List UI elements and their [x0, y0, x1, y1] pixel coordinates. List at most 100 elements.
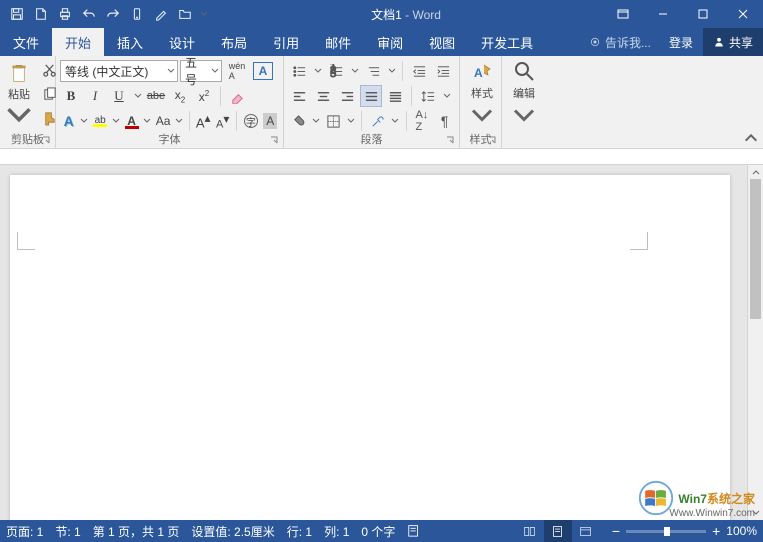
align-left-icon[interactable]	[288, 85, 310, 107]
underline-icon[interactable]: U	[108, 85, 130, 107]
editing-button[interactable]: 编辑	[506, 58, 542, 128]
status-position[interactable]: 设置值: 2.5厘米	[191, 523, 274, 540]
clipboard-launcher-icon[interactable]	[41, 134, 53, 146]
zoom-slider[interactable]	[626, 530, 706, 533]
status-section[interactable]: 节: 1	[55, 523, 80, 540]
asian-layout-dropdown-icon[interactable]	[390, 110, 400, 132]
highlight-icon[interactable]: ab	[91, 110, 108, 132]
undo-icon[interactable]	[78, 3, 100, 25]
bullets-dropdown-icon[interactable]	[312, 60, 323, 82]
strikethrough-icon[interactable]: abe	[145, 85, 167, 107]
save-icon[interactable]	[6, 3, 28, 25]
align-distribute-icon[interactable]	[384, 85, 406, 107]
numbering-icon[interactable]: 123	[325, 60, 347, 82]
zoom-out-icon[interactable]: −	[612, 523, 620, 539]
multilevel-dropdown-icon[interactable]	[386, 60, 397, 82]
minimize-icon[interactable]	[643, 0, 683, 28]
tab-references[interactable]: 引用	[260, 28, 312, 56]
decrease-indent-icon[interactable]	[408, 60, 430, 82]
qat-customize-icon[interactable]	[198, 3, 209, 25]
page[interactable]	[10, 175, 730, 520]
status-word-count[interactable]: 0 个字	[361, 523, 395, 540]
status-spell-icon[interactable]	[407, 523, 421, 540]
login-button[interactable]: 登录	[659, 28, 703, 56]
touch-mode-icon[interactable]	[126, 3, 148, 25]
scroll-up-icon[interactable]	[748, 165, 763, 179]
paste-button[interactable]: 粘贴	[4, 62, 34, 126]
tab-file[interactable]: 文件	[0, 28, 52, 56]
asian-layout-icon[interactable]	[367, 110, 388, 132]
paragraph-launcher-icon[interactable]	[445, 134, 457, 146]
tab-home[interactable]: 开始	[52, 28, 104, 56]
vertical-scrollbar[interactable]	[747, 165, 763, 520]
increase-indent-icon[interactable]	[432, 60, 454, 82]
status-page-count[interactable]: 第 1 页，共 1 页	[93, 523, 180, 540]
scrollbar-thumb[interactable]	[750, 179, 761, 319]
text-effects-dropdown-icon[interactable]	[79, 110, 89, 132]
print-layout-icon[interactable]	[544, 520, 572, 542]
numbering-dropdown-icon[interactable]	[349, 60, 360, 82]
sort-icon[interactable]: A↓Z	[411, 110, 432, 132]
change-case-dropdown-icon[interactable]	[174, 110, 184, 132]
tab-mail[interactable]: 邮件	[312, 28, 364, 56]
font-color-dropdown-icon[interactable]	[142, 110, 152, 132]
maximize-icon[interactable]	[683, 0, 723, 28]
bullets-icon[interactable]	[288, 60, 310, 82]
tell-me-search[interactable]: 告诉我...	[581, 28, 659, 56]
read-mode-icon[interactable]	[516, 520, 544, 542]
shading-icon[interactable]	[288, 110, 309, 132]
tab-review[interactable]: 审阅	[364, 28, 416, 56]
tab-layout[interactable]: 布局	[208, 28, 260, 56]
borders-icon[interactable]	[323, 110, 344, 132]
show-marks-icon[interactable]: ¶	[434, 110, 455, 132]
web-layout-icon[interactable]	[572, 520, 600, 542]
zoom-thumb[interactable]	[664, 527, 670, 536]
font-name-select[interactable]: 等线 (中文正文)	[60, 60, 178, 82]
open-icon[interactable]	[174, 3, 196, 25]
zoom-in-icon[interactable]: +	[712, 523, 720, 539]
share-button[interactable]: 共享	[703, 28, 763, 56]
text-effects-icon[interactable]: A	[60, 110, 77, 132]
bold-icon[interactable]: B	[60, 85, 82, 107]
line-spacing-dropdown-icon[interactable]	[441, 85, 452, 107]
superscript-icon[interactable]: x2	[193, 85, 215, 107]
scroll-down-icon[interactable]	[748, 506, 763, 520]
font-color-icon[interactable]: A	[123, 110, 140, 132]
shading-dropdown-icon[interactable]	[311, 110, 321, 132]
borders-dropdown-icon[interactable]	[346, 110, 356, 132]
clear-formatting-icon[interactable]	[226, 85, 248, 107]
collapse-ribbon-icon[interactable]	[743, 130, 759, 146]
font-size-select[interactable]: 五号	[180, 60, 222, 82]
new-icon[interactable]	[30, 3, 52, 25]
quick-print-icon[interactable]	[54, 3, 76, 25]
character-border-icon[interactable]: A	[252, 60, 274, 82]
phonetic-guide-icon[interactable]: wénA	[224, 60, 250, 82]
align-justify-icon[interactable]	[360, 85, 382, 107]
ink-icon[interactable]	[150, 3, 172, 25]
multilevel-list-icon[interactable]	[362, 60, 384, 82]
align-center-icon[interactable]	[312, 85, 334, 107]
close-icon[interactable]	[723, 0, 763, 28]
font-launcher-icon[interactable]	[269, 134, 281, 146]
status-line[interactable]: 行: 1	[287, 523, 312, 540]
ribbon-display-icon[interactable]	[603, 0, 643, 28]
styles-launcher-icon[interactable]	[487, 134, 499, 146]
italic-icon[interactable]: I	[84, 85, 106, 107]
underline-dropdown-icon[interactable]	[132, 85, 143, 107]
tab-view[interactable]: 视图	[416, 28, 468, 56]
enclosed-char-icon[interactable]: 字	[242, 110, 259, 132]
styles-button[interactable]: A 样式	[464, 58, 500, 128]
highlight-dropdown-icon[interactable]	[111, 110, 121, 132]
shrink-font-icon[interactable]: A▾	[214, 110, 231, 132]
tab-insert[interactable]: 插入	[104, 28, 156, 56]
grow-font-icon[interactable]: A▴	[195, 110, 212, 132]
redo-icon[interactable]	[102, 3, 124, 25]
status-column[interactable]: 列: 1	[324, 523, 349, 540]
zoom-value[interactable]: 100%	[726, 524, 757, 538]
change-case-icon[interactable]: Aa	[154, 110, 171, 132]
line-spacing-icon[interactable]	[417, 85, 439, 107]
char-shading-icon[interactable]: A	[262, 110, 279, 132]
tab-developer[interactable]: 开发工具	[468, 28, 546, 56]
status-page[interactable]: 页面: 1	[6, 523, 43, 540]
align-right-icon[interactable]	[336, 85, 358, 107]
